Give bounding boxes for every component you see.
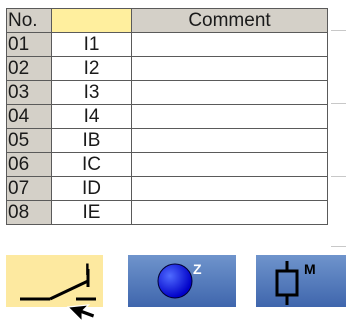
table-row[interactable]: 08 IE (6, 200, 328, 225)
row-number: 01 (6, 32, 52, 57)
row-number: 05 (6, 128, 52, 153)
guide-line (331, 103, 346, 104)
row-number: 06 (6, 152, 52, 177)
row-comment[interactable] (131, 152, 328, 177)
row-label[interactable]: IB (51, 128, 132, 153)
row-comment[interactable] (131, 80, 328, 105)
row-comment[interactable] (131, 200, 328, 225)
table-row[interactable]: 07 ID (6, 176, 328, 201)
memory-relay-button[interactable]: M (256, 255, 346, 307)
table-header-row: No. Comment (6, 8, 328, 33)
row-label[interactable]: I1 (51, 32, 132, 57)
guide-line (331, 246, 346, 247)
row-label[interactable]: ID (51, 176, 132, 201)
row-label[interactable]: I4 (51, 104, 132, 129)
table-row[interactable]: 04 I4 (6, 104, 328, 129)
row-comment[interactable] (131, 56, 328, 81)
row-number: 04 (6, 104, 52, 129)
output-coil-icon (157, 263, 193, 299)
table-row[interactable]: 02 I2 (6, 56, 328, 81)
guide-line (331, 30, 346, 31)
output-coil-button[interactable]: Z (128, 255, 236, 307)
table-row[interactable]: 06 IC (6, 152, 328, 177)
guide-line (331, 176, 346, 177)
table-row[interactable]: 05 IB (6, 128, 328, 153)
io-table: No. Comment 01 I1 02 I2 03 I3 04 I4 05 I… (6, 8, 328, 225)
row-comment[interactable] (131, 128, 328, 153)
row-number: 02 (6, 56, 52, 81)
column-header-comment[interactable]: Comment (131, 8, 328, 33)
row-comment[interactable] (131, 32, 328, 57)
mouse-pointer-icon (66, 304, 96, 323)
row-label[interactable]: IE (51, 200, 132, 225)
instruction-toolbar: I Z M (0, 255, 346, 307)
row-number: 07 (6, 176, 52, 201)
row-label[interactable]: I2 (51, 56, 132, 81)
column-header-no[interactable]: No. (6, 8, 52, 33)
row-label[interactable]: IC (51, 152, 132, 177)
table-row[interactable]: 03 I3 (6, 80, 328, 105)
row-number: 08 (6, 200, 52, 225)
column-header-label[interactable] (51, 8, 132, 33)
row-comment[interactable] (131, 176, 328, 201)
row-number: 03 (6, 80, 52, 105)
row-label[interactable]: I3 (51, 80, 132, 105)
button-letter: M (304, 261, 316, 277)
table-row[interactable]: 01 I1 (6, 32, 328, 57)
button-letter: Z (193, 261, 202, 277)
row-comment[interactable] (131, 104, 328, 129)
